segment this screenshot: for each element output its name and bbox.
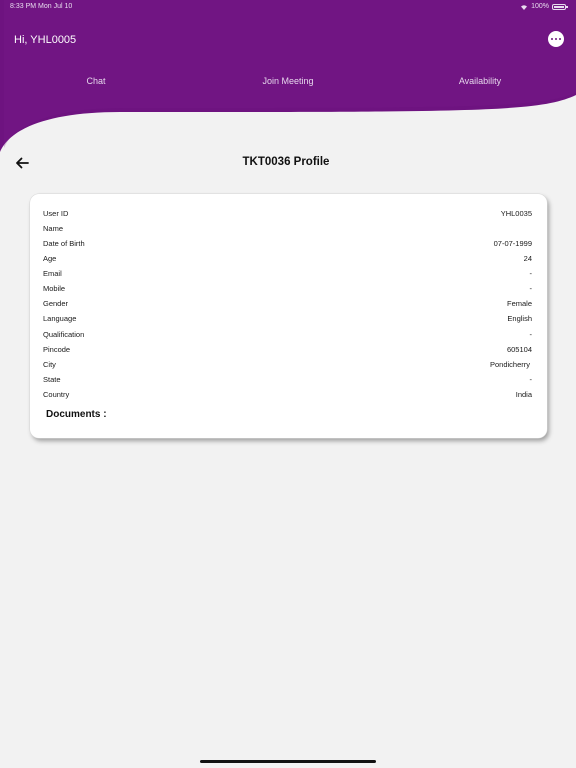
field-row-user-id: User ID YHL0035	[43, 209, 532, 221]
field-row-mobile: Mobile -	[43, 284, 532, 296]
field-label: Email	[43, 269, 62, 278]
profile-card: User ID YHL0035 Name Date of Birth 07-07…	[30, 194, 547, 438]
field-label: State	[43, 375, 61, 384]
documents-heading: Documents :	[46, 409, 107, 420]
field-row-date-of-birth: Date of Birth 07-07-1999	[43, 239, 532, 251]
field-value: -	[529, 269, 533, 278]
field-label: Date of Birth	[43, 239, 85, 248]
app-screen: 8:33 PM Mon Jul 10 100% Hi, YHL0005 Chat…	[0, 0, 576, 768]
field-row-city: City Pondicherry	[43, 360, 532, 372]
field-value: English	[507, 314, 532, 323]
tab-availability[interactable]: Availability	[394, 76, 566, 92]
field-value: 605104	[506, 345, 532, 354]
battery-icon	[552, 3, 568, 10]
field-label: Mobile	[43, 284, 66, 293]
field-value: -	[529, 284, 533, 293]
field-label: Name	[43, 224, 64, 233]
field-value: YHL0035	[500, 209, 532, 218]
tab-chat[interactable]: Chat	[10, 76, 182, 92]
field-label: Country	[43, 390, 70, 399]
field-label: User ID	[43, 209, 69, 218]
home-indicator[interactable]	[200, 760, 376, 763]
field-row-qualification: Qualification -	[43, 330, 532, 342]
field-row-country: Country India	[43, 390, 532, 402]
field-label: City	[43, 360, 56, 369]
field-label: Age	[43, 254, 57, 263]
field-row-name: Name	[43, 224, 532, 236]
greeting-text: Hi, YHL0005	[14, 34, 77, 46]
field-row-state: State -	[43, 375, 532, 387]
nav-tabs: Chat Join Meeting Availability	[0, 76, 576, 92]
field-value: India	[515, 390, 532, 399]
field-row-email: Email -	[43, 269, 532, 281]
status-time: 8:33 PM Mon Jul 10	[10, 3, 73, 10]
field-label: Pincode	[43, 345, 71, 354]
field-value: Female	[506, 299, 532, 308]
status-indicators: 100%	[520, 3, 568, 10]
field-row-pincode: Pincode 605104	[43, 345, 532, 357]
status-bar: 8:33 PM Mon Jul 10 100%	[0, 0, 576, 14]
field-value: 24	[523, 254, 532, 263]
field-row-age: Age 24	[43, 254, 532, 266]
field-value: Pondicherry	[489, 360, 530, 369]
tab-join-meeting[interactable]: Join Meeting	[202, 76, 374, 92]
field-label: Language	[43, 314, 77, 323]
field-row-gender: Gender Female	[43, 299, 532, 311]
battery-percent: 100%	[531, 3, 549, 10]
field-value: -	[529, 375, 533, 384]
field-value: 07-07-1999	[493, 239, 532, 248]
field-row-language: Language English	[43, 314, 532, 326]
field-value: -	[529, 330, 533, 339]
page-title: TKT0036 Profile	[242, 156, 330, 168]
field-label: Gender	[43, 299, 69, 308]
wifi-icon	[521, 4, 528, 10]
more-options-icon[interactable]	[548, 31, 564, 47]
field-label: Qualification	[43, 330, 85, 339]
